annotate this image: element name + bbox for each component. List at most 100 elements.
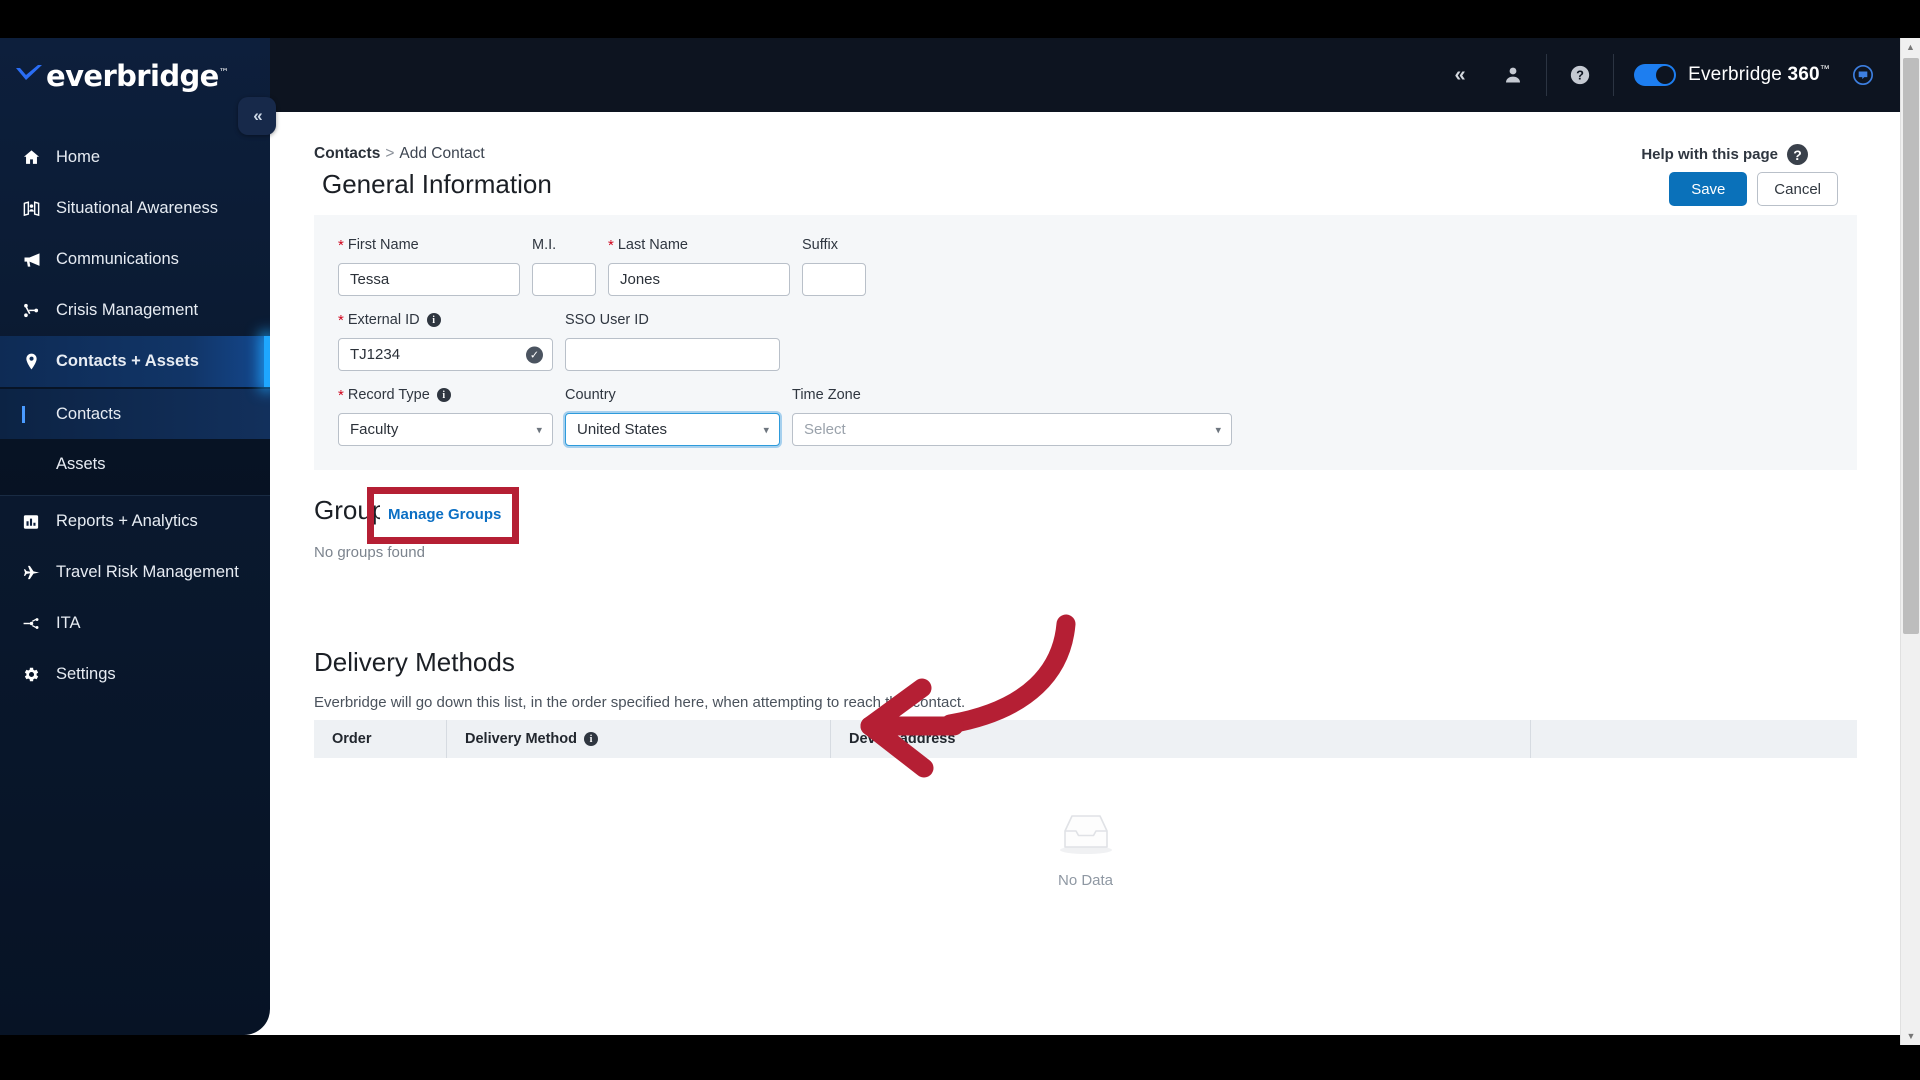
sidebar-item-settings[interactable]: Settings: [0, 649, 270, 700]
field-label: SSO User ID: [565, 310, 780, 330]
sso-user-id-input[interactable]: [565, 338, 780, 371]
info-icon[interactable]: i: [584, 732, 598, 746]
logo-text: everbridge: [46, 59, 219, 93]
label-text: Last Name: [617, 237, 688, 253]
manage-groups-link[interactable]: Manage Groups: [380, 500, 510, 529]
everbridge-check-icon: [14, 64, 44, 88]
table-empty-state: No Data: [314, 758, 1857, 940]
logo-tm: ™: [218, 67, 229, 79]
scrollbar-thumb[interactable]: [1903, 58, 1919, 634]
question-mark-icon: ?: [1787, 144, 1808, 165]
scroll-down-arrow-icon[interactable]: ▼: [1901, 1027, 1920, 1045]
form-row: * External ID i TJ1234 ✓ SSO User ID: [338, 310, 1833, 371]
double-chevron-left-icon: «: [253, 106, 263, 125]
last-name-input[interactable]: Jones: [608, 263, 790, 296]
airplane-icon: [22, 563, 56, 583]
cancel-button[interactable]: Cancel: [1757, 172, 1838, 206]
breadcrumb-current: Add Contact: [399, 145, 485, 162]
sidebar-collapse-button[interactable]: «: [238, 97, 276, 135]
sidebar-item-situational-awareness[interactable]: Situational Awareness: [0, 183, 270, 234]
help-with-this-page-link[interactable]: Help with this page ?: [1641, 144, 1808, 165]
megaphone-icon: [22, 250, 56, 270]
sidebar-item-ita[interactable]: ITA: [0, 598, 270, 649]
breadcrumb-separator: >: [385, 145, 395, 162]
header-actions: Save Cancel: [1669, 172, 1838, 206]
breadcrumb-parent[interactable]: Contacts: [314, 145, 380, 162]
field-label: Time Zone: [792, 385, 1232, 405]
page-scrollbar[interactable]: ▲ ▼: [1900, 38, 1920, 1045]
everbridge-wordmark: everbridge™: [46, 59, 229, 93]
scroll-up-arrow-icon[interactable]: ▲: [1901, 38, 1920, 56]
column-header-actions: [1530, 720, 1857, 758]
sidebar-item-travel-risk-management[interactable]: Travel Risk Management: [0, 547, 270, 598]
suffix-input[interactable]: [802, 263, 866, 296]
sidebar-item-home[interactable]: Home: [0, 132, 270, 183]
delivery-methods-heading: Delivery Methods: [314, 647, 515, 677]
middle-initial-input[interactable]: [532, 263, 596, 296]
sidebar-item-contacts-assets[interactable]: Contacts + Assets: [0, 336, 270, 387]
app-root: « ? Everbridge 360™ everbridge™ Home Sit…: [0, 0, 1920, 1080]
input-wrapper: Jones: [608, 263, 790, 296]
select-wrapper: Select ▾: [792, 413, 1232, 446]
time-zone-select[interactable]: Select: [792, 413, 1232, 446]
everbridge-logo[interactable]: everbridge™: [0, 38, 270, 114]
sidebar-item-communications[interactable]: Communications: [0, 234, 270, 285]
sidebar-label: Travel Risk Management: [56, 563, 239, 581]
select-wrapper: United States ▾: [565, 413, 780, 446]
location-pin-icon: [22, 352, 56, 371]
sidebar-item-reports-analytics[interactable]: Reports + Analytics: [0, 496, 270, 547]
country-select[interactable]: United States: [565, 413, 780, 446]
field-label: Suffix: [802, 235, 866, 255]
sidebar-item-crisis-management[interactable]: Crisis Management: [0, 285, 270, 336]
info-icon[interactable]: i: [426, 313, 441, 327]
field-label: M.I.: [532, 235, 596, 255]
map-pin-person-icon: [22, 199, 56, 218]
everbridge-360-switcher[interactable]: Everbridge 360™: [1634, 64, 1830, 86]
sidebar-label: Home: [56, 148, 101, 166]
sidebar-sub-label: Contacts: [56, 404, 122, 423]
sidebar-label: Settings: [56, 665, 116, 683]
label-text: Record Type: [347, 387, 430, 403]
no-data-label: No Data: [1057, 872, 1114, 889]
sidebar-sub-label: Assets: [56, 454, 106, 473]
field-label: * Last Name: [608, 235, 790, 255]
nodes-link-icon: [22, 614, 56, 633]
sidebar-nav: Home Situational Awareness Communication…: [0, 132, 270, 700]
column-label: Delivery Method: [465, 731, 577, 747]
home-icon: [22, 148, 56, 167]
label-text: External ID: [347, 312, 420, 328]
product-tm: ™: [1819, 64, 1830, 75]
active-indicator-icon: [22, 405, 56, 423]
first-name-input[interactable]: Tessa: [338, 263, 520, 296]
chat-bubble-icon[interactable]: [1852, 64, 1874, 86]
sidebar-label: Reports + Analytics: [56, 512, 198, 530]
required-asterisk-icon: *: [338, 386, 344, 404]
product-name: Everbridge: [1688, 64, 1788, 85]
label-text: M.I.: [532, 237, 557, 253]
input-wrapper: [532, 263, 596, 296]
product-toggle[interactable]: [1634, 64, 1677, 86]
top-collapse-icon[interactable]: «: [1432, 38, 1486, 112]
record-type-select[interactable]: Faculty: [338, 413, 553, 446]
save-button[interactable]: Save: [1669, 172, 1748, 206]
question-circle-icon[interactable]: ?: [1553, 38, 1607, 112]
label-text: First Name: [347, 237, 419, 253]
form-row: * First Name Tessa M.I. * Last Name Jones: [338, 235, 1833, 296]
sidebar-subnav: Contacts Assets: [0, 387, 270, 496]
sidebar-item-contacts[interactable]: Contacts: [0, 389, 270, 439]
input-wrapper: Tessa: [338, 263, 520, 296]
breadcrumb: Contacts > Add Contact: [314, 145, 485, 163]
page-title: General Information: [322, 169, 552, 199]
info-icon[interactable]: i: [436, 388, 451, 402]
form-row: * Record Type i Faculty ▾ Country United S…: [338, 385, 1833, 446]
input-wrapper: [802, 263, 866, 296]
sidebar-item-assets[interactable]: Assets: [0, 439, 270, 489]
required-asterisk-icon: *: [338, 236, 344, 254]
sidebar-label: Communications: [56, 250, 179, 268]
external-id-input[interactable]: TJ1234: [338, 338, 553, 371]
person-icon[interactable]: [1486, 38, 1540, 112]
label-text: SSO User ID: [565, 312, 649, 328]
field-external-id: * External ID i TJ1234 ✓: [338, 310, 553, 371]
field-last-name: * Last Name Jones: [608, 235, 790, 296]
delivery-methods-table: Order Delivery Method i Device address N…: [314, 720, 1857, 940]
